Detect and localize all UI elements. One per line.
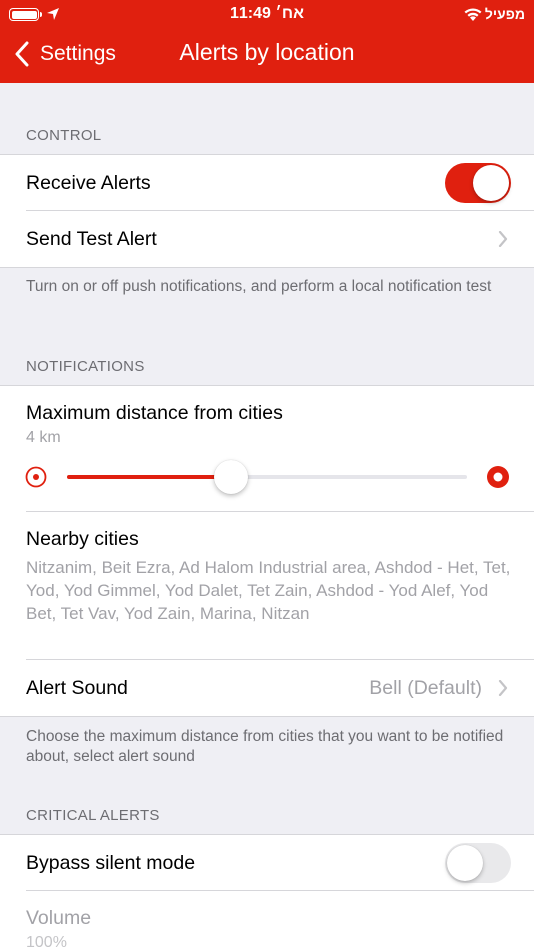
max-distance-icon <box>487 466 509 488</box>
nearby-cities-row: Nearby cities Nitzanim, Beit Ezra, Ad Ha… <box>0 512 534 660</box>
alert-sound-row[interactable]: Alert Sound Bell (Default) <box>0 660 534 716</box>
back-button[interactable]: Settings <box>14 38 116 70</box>
min-distance-icon <box>25 466 47 488</box>
alert-sound-label: Alert Sound <box>26 677 128 699</box>
section-label-notifications: NOTIFICATIONS <box>26 358 145 375</box>
notifications-group: Maximum distance from cities 4 km Nearby… <box>0 385 534 717</box>
section-label-critical-alerts: CRITICAL ALERTS <box>26 807 160 824</box>
status-clock: 11:49 <box>230 5 271 22</box>
status-bar: אח׳ 11:49 מפעיל <box>0 0 534 30</box>
nearby-cities-value: Nitzanim, Beit Ezra, Ad Halom Industrial… <box>26 558 511 623</box>
bypass-silent-toggle[interactable] <box>445 843 511 883</box>
status-day: אח׳ <box>275 5 304 22</box>
control-footer: Turn on or off push notifications, and p… <box>26 278 492 295</box>
alert-sound-value: Bell (Default) <box>369 677 482 699</box>
status-time: אח׳ 11:49 <box>0 5 534 23</box>
header: אח׳ 11:49 מפעיל Settings Alerts by locat… <box>0 0 534 83</box>
bypass-silent-row: Bypass silent mode <box>0 835 534 891</box>
volume-label: Volume <box>26 907 92 929</box>
control-group: Receive Alerts Send Test Alert <box>0 154 534 268</box>
critical-alerts-group: Bypass silent mode Volume 100% <box>0 834 534 950</box>
nearby-cities-label: Nearby cities <box>26 528 139 550</box>
chevron-right-icon <box>498 231 508 247</box>
distance-slider[interactable] <box>0 386 534 512</box>
toggle-knob <box>447 845 483 881</box>
back-button-label: Settings <box>40 42 116 65</box>
receive-alerts-toggle[interactable] <box>445 163 511 203</box>
receive-alerts-row: Receive Alerts <box>0 155 534 211</box>
chevron-right-icon <box>498 680 508 696</box>
receive-alerts-label: Receive Alerts <box>26 172 151 194</box>
section-label-control: CONTROL <box>26 127 102 144</box>
send-test-alert-row[interactable]: Send Test Alert <box>0 211 534 267</box>
toggle-knob <box>473 165 509 201</box>
send-test-alert-label: Send Test Alert <box>26 228 157 250</box>
slider-track-fill <box>67 475 231 479</box>
wifi-icon <box>464 8 482 21</box>
slider-knob[interactable] <box>214 460 248 494</box>
bypass-silent-label: Bypass silent mode <box>26 852 196 874</box>
volume-row: Volume 100% <box>0 891 534 950</box>
carrier-name: מפעיל <box>484 6 525 22</box>
page-title: Alerts by location <box>179 39 355 65</box>
volume-value: 100% <box>26 934 67 950</box>
max-distance-row: Maximum distance from cities 4 km <box>0 386 534 512</box>
chevron-left-icon <box>15 41 29 67</box>
notifications-footer: Choose the maximum distance from cities … <box>26 728 504 765</box>
